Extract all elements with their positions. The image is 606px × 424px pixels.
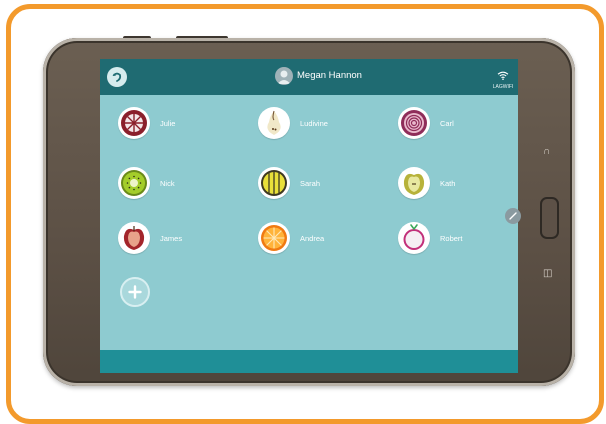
user-avatar[interactable] — [275, 67, 293, 85]
pen-icon — [509, 212, 517, 220]
back-button[interactable] — [107, 67, 127, 87]
pen-button[interactable] — [505, 208, 521, 224]
profile-name: Andrea — [300, 233, 325, 243]
profile-julie[interactable]: Julie — [118, 107, 175, 139]
lemon-icon — [258, 167, 290, 199]
profile-kath[interactable]: Kath — [398, 167, 455, 199]
back-arrow-icon — [112, 72, 122, 82]
profile-andrea[interactable]: Andrea — [258, 222, 324, 254]
profile-ludivine[interactable]: Ludivine — [258, 107, 328, 139]
apple-icon — [398, 167, 430, 199]
profile-name: Julie — [160, 118, 176, 128]
profile-name: Nick — [160, 178, 175, 188]
profile-name: Carl — [440, 118, 454, 128]
profile-robert[interactable]: Robert — [398, 222, 463, 254]
wifi-status: LAGWIFI — [492, 67, 514, 90]
mangosteen-icon — [118, 107, 150, 139]
top-bar: Megan Hannon LAGWIFI — [100, 59, 518, 95]
back-key-icon[interactable]: ∩ — [543, 146, 550, 157]
user-name: Megan Hannon — [297, 70, 362, 81]
pear-icon — [258, 107, 290, 139]
kiwi-icon — [118, 167, 150, 199]
wifi-label: LAGWIFI — [492, 84, 514, 90]
recent-apps-icon[interactable]: ◫ — [543, 268, 552, 279]
profile-james[interactable]: James — [118, 222, 182, 254]
onion-icon — [398, 107, 430, 139]
bottom-bar — [100, 350, 518, 373]
wifi-icon — [497, 71, 509, 80]
profile-name: Sarah — [300, 178, 321, 188]
profile-nick[interactable]: Nick — [118, 167, 175, 199]
plus-icon — [128, 285, 142, 299]
app-screen: Megan Hannon LAGWIFI Julie Ludivine Carl… — [100, 59, 518, 373]
home-button[interactable] — [540, 197, 559, 239]
add-profile-button[interactable] — [120, 277, 150, 307]
profile-name: Ludivine — [300, 118, 328, 128]
orange-icon — [258, 222, 290, 254]
red-apple-icon — [118, 222, 150, 254]
profile-name: Robert — [440, 233, 463, 243]
profile-carl[interactable]: Carl — [398, 107, 454, 139]
profile-name: James — [160, 233, 183, 243]
profile-name: Kath — [440, 178, 456, 188]
profile-sarah[interactable]: Sarah — [258, 167, 320, 199]
person-icon — [277, 70, 291, 84]
turnip-icon — [398, 222, 430, 254]
